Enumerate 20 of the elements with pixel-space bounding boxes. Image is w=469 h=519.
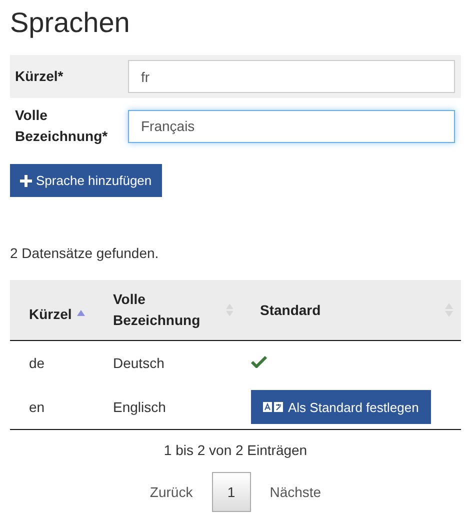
input-field[interactable]: fr: [128, 60, 455, 93]
plus-icon: [20, 174, 32, 186]
column-header[interactable]: Standard: [260, 300, 321, 320]
table-cell: Deutsch: [103, 340, 241, 385]
field-label: Volle Bezeichnung*: [15, 106, 109, 146]
input-field[interactable]: Français: [128, 110, 455, 142]
table-cell: en: [10, 385, 103, 430]
table-cell: de: [10, 340, 103, 385]
language-icon: [263, 402, 283, 412]
pagination-link[interactable]: Zurück: [136, 472, 206, 512]
table-cell: Englisch: [103, 385, 241, 430]
add-language-button[interactable]: Sprache hinzufügen: [10, 164, 162, 197]
pagination-link[interactable]: Nächste: [256, 472, 334, 512]
result-count: 2 Datensätze gefunden.: [10, 244, 160, 263]
page-title: Sprachen: [10, 6, 131, 40]
table-info: 1 bis 2 von 2 Einträgen: [162, 441, 308, 460]
field-label: Kürzel*: [15, 67, 64, 86]
page-button[interactable]: 1: [212, 472, 251, 512]
set-default-button[interactable]: Als Standard festlegen: [251, 390, 431, 424]
column-header[interactable]: Kürzel: [29, 304, 72, 324]
